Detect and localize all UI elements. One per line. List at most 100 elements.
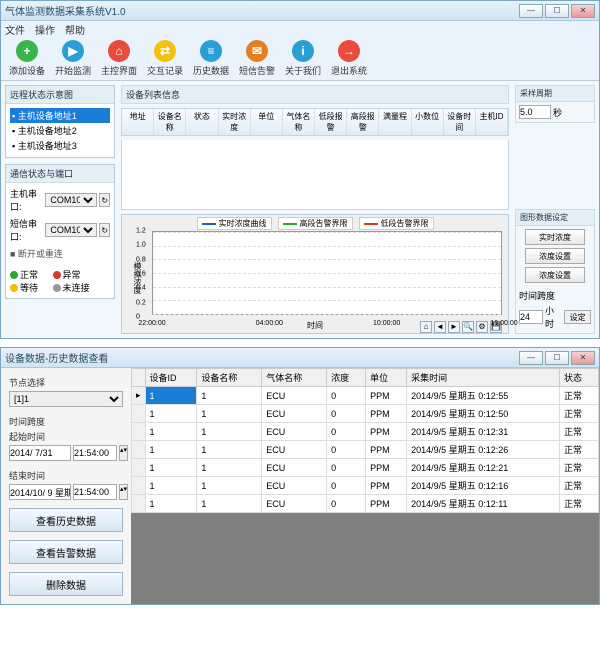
legend-item: 低段告警界限 [359, 217, 434, 230]
menubar: 文件 操作 帮助 [1, 21, 599, 37]
end-time-input[interactable] [73, 484, 117, 500]
tree-item-1[interactable]: ▪ 主机设备地址2 [10, 123, 110, 138]
toolbar-label-3: 交互记录 [147, 64, 183, 77]
window-title: 气体监测数据采集系统V1.0 [5, 3, 519, 18]
conc-set-button-2[interactable]: 浓度设置 [525, 267, 585, 283]
grid-header: 设备列表信息 [121, 85, 509, 104]
toolbar-btn-2[interactable]: ⌂ 主控界面 [99, 40, 139, 77]
view-alarm-button[interactable]: 查看告警数据 [9, 540, 123, 564]
conn-panel: 通信状态与端口 主机串口: COM10 ↻ 短信串口: COM10 ↻ ■ 断开… [5, 164, 115, 299]
toolbar-btn-0[interactable]: + 添加设备 [7, 40, 47, 77]
tree-item-0[interactable]: ▪ 主机设备地址1 [10, 108, 110, 123]
history-maximize-button[interactable]: ☐ [545, 351, 569, 365]
toolbar-icon-2: ⌂ [108, 40, 130, 62]
table-row[interactable]: 11ECU0PPM2014/9/5 星期五 0:12:21正常 [132, 459, 599, 477]
chart-tool-config-icon[interactable]: ⚙ [476, 321, 488, 333]
end-time-spinner[interactable]: ▴▾ [119, 484, 128, 500]
toolbar-btn-6[interactable]: i 关于我们 [283, 40, 323, 77]
history-window-title: 设备数据-历史数据查看 [5, 350, 519, 365]
interval-panel: 采样周期 秒 [515, 85, 595, 123]
end-label: 结束时间 [9, 469, 123, 482]
interval-input[interactable] [519, 105, 551, 119]
toolbar-icon-1: ▶ [62, 40, 84, 62]
tree-item-2[interactable]: ▪ 主机设备地址3 [10, 138, 110, 153]
sms-port-label: 短信串口: [10, 217, 43, 243]
delete-data-button[interactable]: 删除数据 [9, 572, 123, 596]
chart-tool-home-icon[interactable]: ⌂ [420, 321, 432, 333]
table-row[interactable]: 11ECU0PPM2014/9/5 星期五 0:12:50正常 [132, 405, 599, 423]
end-date-input[interactable] [9, 484, 71, 500]
chart-settings-panel: 图形数据设定 实时浓度 浓度设置 浓度设置 时间跨度 小时 设定 [515, 209, 595, 334]
titlebar[interactable]: 气体监测数据采集系统V1.0 — ☐ ✕ [1, 1, 599, 21]
chart-tool-back-icon[interactable]: ◄ [434, 321, 446, 333]
toolbar-btn-3[interactable]: ⇄ 交互记录 [145, 40, 185, 77]
sms-port-select[interactable]: COM10 [45, 223, 97, 237]
toolbar-label-1: 开始监测 [55, 64, 91, 77]
toolbar-label-2: 主控界面 [101, 64, 137, 77]
conc-set-button-1[interactable]: 浓度设置 [525, 248, 585, 264]
close-button[interactable]: ✕ [571, 4, 595, 18]
table-row[interactable]: 11ECU0PPM2014/9/5 星期五 0:12:31正常 [132, 423, 599, 441]
plot-area[interactable] [152, 231, 502, 315]
realtime-button[interactable]: 实时浓度 [525, 229, 585, 245]
view-history-button[interactable]: 查看历史数据 [9, 508, 123, 532]
maximize-button[interactable]: ☐ [545, 4, 569, 18]
menu-file[interactable]: 文件 [5, 22, 25, 37]
legend-item: 高段告警界限 [278, 217, 353, 230]
table-row[interactable]: 11ECU0PPM2014/9/5 星期五 0:12:26正常 [132, 441, 599, 459]
table-row[interactable]: ▸11ECU0PPM2014/9/5 星期五 0:12:55正常 [132, 387, 599, 405]
interval-unit: 秒 [553, 106, 562, 119]
toolbar-icon-5: ✉ [246, 40, 268, 62]
history-window: 设备数据-历史数据查看 — ☐ ✕ 节点选择 [1]1 时间跨度 起始时间 ▴▾ [0, 347, 600, 605]
table-row[interactable]: 11ECU0PPM2014/9/5 星期五 0:12:11正常 [132, 495, 599, 513]
span-label: 时间跨度 [9, 415, 123, 428]
host-port-refresh-icon[interactable]: ↻ [99, 193, 110, 207]
start-time-input[interactable] [73, 445, 117, 461]
interval-label: 采样周期 [516, 86, 594, 102]
reconnect-label[interactable]: ■ 断开或重连 [10, 247, 110, 260]
status-legend: 正常 异常 等待 未连接 [6, 264, 114, 298]
toolbar-btn-1[interactable]: ▶ 开始监测 [53, 40, 93, 77]
start-time-spinner[interactable]: ▴▾ [119, 445, 128, 461]
timespan-label: 时间跨度 [519, 289, 555, 302]
toolbar-btn-7[interactable]: → 退出系统 [329, 40, 369, 77]
timespan-set-button[interactable]: 设定 [564, 310, 591, 324]
legend-item: 实时浓度曲线 [197, 217, 272, 230]
history-grid-area: 设备ID设备名称气体名称浓度单位采集时间状态 ▸11ECU0PPM2014/9/… [131, 368, 599, 604]
chart-tool-zoom-icon[interactable]: 🔍 [462, 321, 474, 333]
toolbar: + 添加设备 ▶ 开始监测 ⌂ 主控界面 ⇄ 交互记录 ≡ 历史数据 ✉ 短信告… [1, 37, 599, 81]
toolbar-label-0: 添加设备 [9, 64, 45, 77]
table-row[interactable]: 11ECU0PPM2014/9/5 星期五 0:12:16正常 [132, 477, 599, 495]
minimize-button[interactable]: — [519, 4, 543, 18]
main-window: 气体监测数据采集系统V1.0 — ☐ ✕ 文件 操作 帮助 + 添加设备 ▶ 开… [0, 0, 600, 339]
chart: 实时浓度曲线高段告警界限低段告警界限 模拟浓度 1.21.00.80.60.40… [121, 214, 509, 334]
menu-operate[interactable]: 操作 [35, 22, 55, 37]
start-label: 起始时间 [9, 430, 123, 443]
device-grid-header: 地址设备名称状态实时浓度单位气体名称低段报警高段报警满量程小数位设备时间主机ID [121, 108, 509, 136]
toolbar-btn-4[interactable]: ≡ 历史数据 [191, 40, 231, 77]
x-axis-label: 时间 [307, 320, 323, 331]
toolbar-icon-4: ≡ [200, 40, 222, 62]
history-titlebar[interactable]: 设备数据-历史数据查看 — ☐ ✕ [1, 348, 599, 368]
toolbar-icon-3: ⇄ [154, 40, 176, 62]
tree-header: 远程状态示意图 [6, 86, 114, 104]
chart-settings-header: 图形数据设定 [516, 210, 594, 226]
node-select[interactable]: [1]1 [9, 391, 123, 407]
toolbar-label-7: 退出系统 [331, 64, 367, 77]
conn-header: 通信状态与端口 [6, 165, 114, 183]
host-port-select[interactable]: COM10 [45, 193, 97, 207]
device-grid-body[interactable] [121, 140, 509, 210]
toolbar-label-6: 关于我们 [285, 64, 321, 77]
toolbar-icon-7: → [338, 40, 360, 62]
start-date-input[interactable] [9, 445, 71, 461]
sms-port-refresh-icon[interactable]: ↻ [99, 223, 110, 237]
chart-tool-fwd-icon[interactable]: ► [448, 321, 460, 333]
menu-help[interactable]: 帮助 [65, 22, 85, 37]
history-minimize-button[interactable]: — [519, 351, 543, 365]
toolbar-label-5: 短信告警 [239, 64, 275, 77]
history-close-button[interactable]: ✕ [571, 351, 595, 365]
history-table[interactable]: 设备ID设备名称气体名称浓度单位采集时间状态 ▸11ECU0PPM2014/9/… [131, 368, 599, 513]
timespan-input[interactable] [519, 310, 543, 324]
tree-panel: 远程状态示意图 ▪ 主机设备地址1▪ 主机设备地址2▪ 主机设备地址3 [5, 85, 115, 158]
toolbar-btn-5[interactable]: ✉ 短信告警 [237, 40, 277, 77]
